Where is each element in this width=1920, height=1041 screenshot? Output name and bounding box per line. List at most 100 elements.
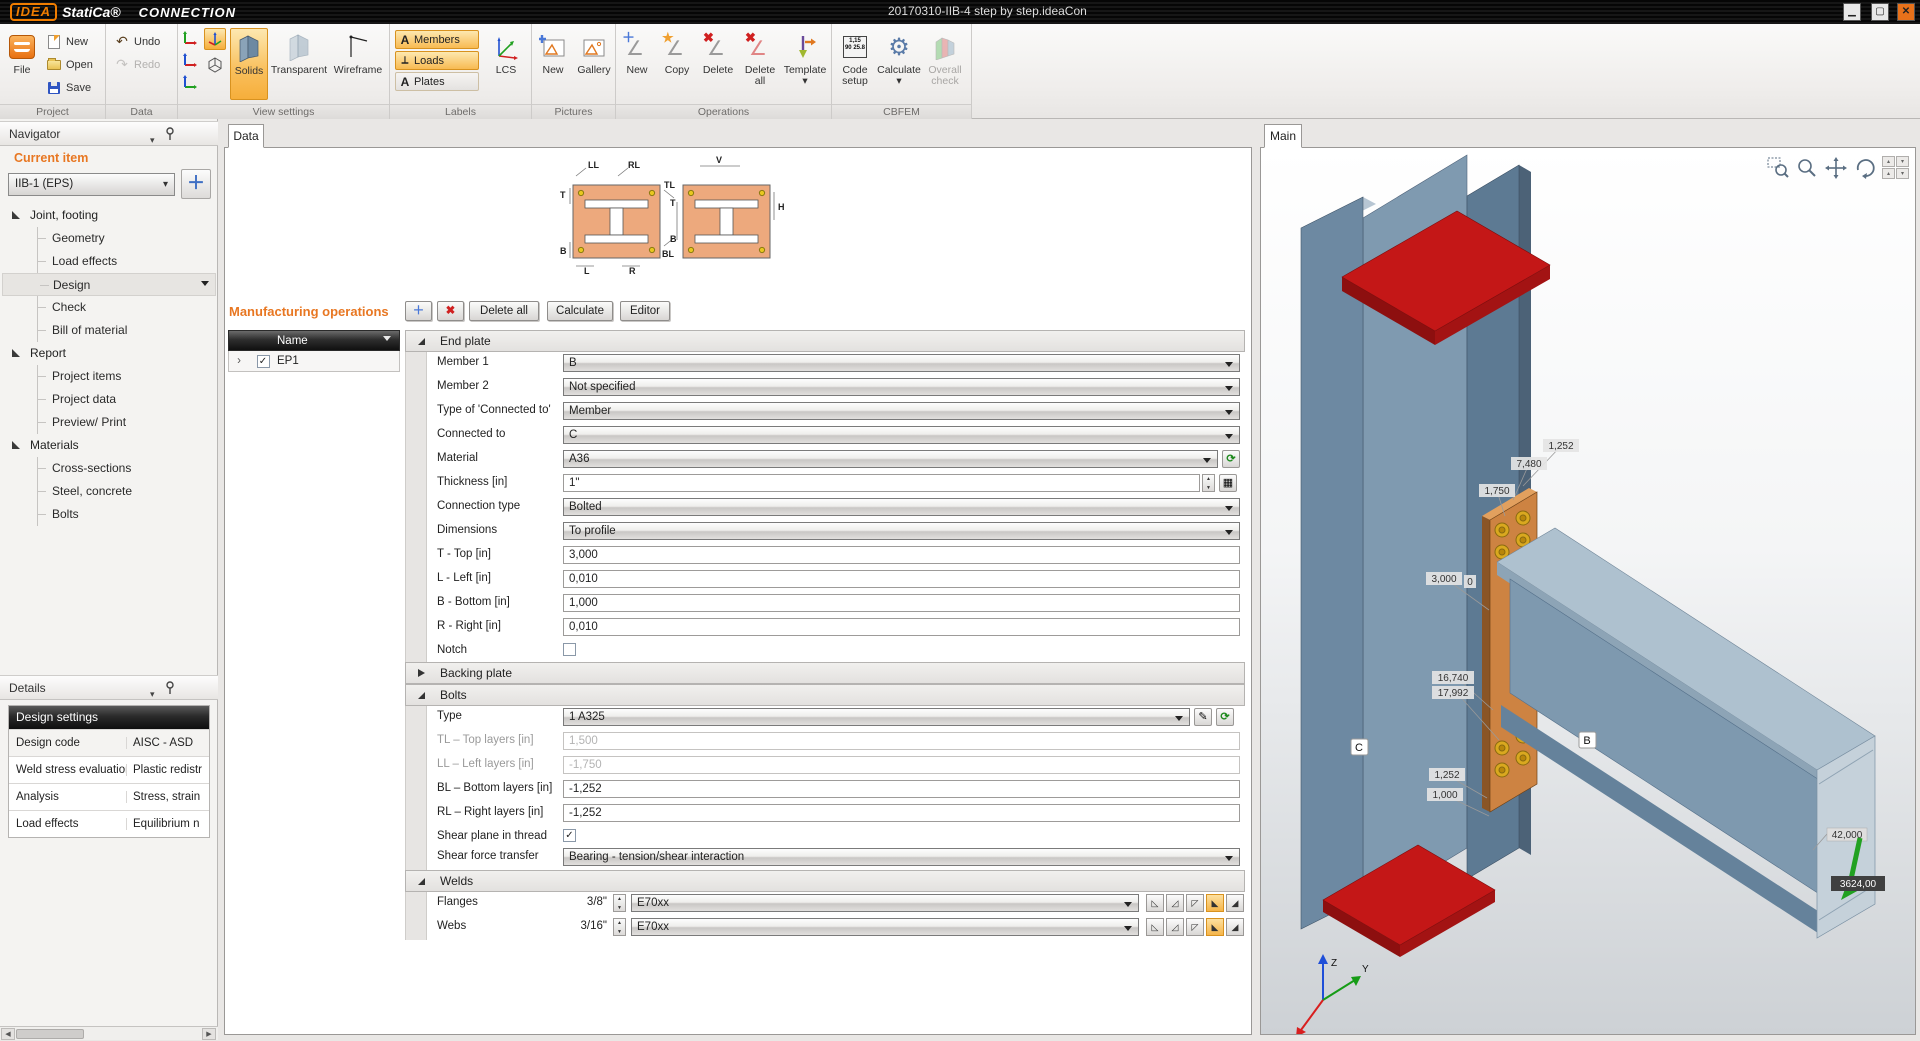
dimensions-select[interactable]: To profile — [563, 522, 1240, 540]
web-weld-type-button[interactable]: ◢ — [1226, 918, 1244, 936]
dock-horizontal-scrollbar[interactable]: ◀ ▶ — [0, 1026, 218, 1040]
grid-row-ep1[interactable]: › ✓ EP1 — [228, 351, 400, 372]
details-collapse-icon[interactable]: ▾ — [150, 682, 155, 706]
thickness-table-button[interactable]: ▦ — [1219, 474, 1237, 492]
close-button[interactable]: ✕ — [1897, 3, 1915, 21]
web-weld-type-button-active[interactable]: ◣ — [1206, 918, 1224, 936]
member1-select[interactable]: B — [563, 354, 1240, 372]
thickness-input[interactable]: 1" — [563, 474, 1200, 492]
bolt-refresh-button[interactable]: ⟳ — [1216, 708, 1234, 726]
material-select[interactable]: A36 — [563, 450, 1218, 468]
labels-members-toggle[interactable]: A Members — [395, 30, 479, 49]
flange-weld-type-button[interactable]: ◸ — [1186, 894, 1204, 912]
connected-type-select[interactable]: Member — [563, 402, 1240, 420]
filter-icon[interactable] — [383, 336, 391, 345]
new-project-button[interactable]: New — [46, 32, 88, 51]
flange-weld-type-button[interactable]: ◿ — [1166, 894, 1184, 912]
nav-item-design[interactable]: Design — [2, 273, 216, 296]
flange-weld-type-button[interactable]: ◢ — [1226, 894, 1244, 912]
rl-layers-input[interactable]: -1,252 — [563, 804, 1240, 822]
tab-main[interactable]: Main — [1264, 124, 1302, 148]
notch-checkbox[interactable] — [563, 643, 576, 656]
delete-operation-button[interactable]: ✖ — [437, 301, 464, 321]
l-left-input[interactable]: 0,010 — [563, 570, 1240, 588]
navigator-pin-icon[interactable] — [164, 127, 176, 141]
material-refresh-button[interactable]: ⟳ — [1222, 450, 1240, 468]
calculate-operations-button[interactable]: Calculate — [547, 301, 613, 321]
template-button[interactable]: Template ▾ — [782, 28, 828, 100]
operation-delete-all-button[interactable]: ∠✖ Delete all — [740, 28, 780, 100]
section-bolts[interactable]: Bolts — [405, 684, 1245, 706]
solids-button[interactable]: Solids — [230, 28, 268, 100]
shear-transfer-select[interactable]: Bearing - tension/shear interaction — [563, 848, 1240, 866]
nav-section-report[interactable]: Report — [0, 342, 218, 365]
operation-delete-button[interactable]: ∠✖ Delete — [698, 28, 738, 100]
b-bottom-input[interactable]: 1,000 — [563, 594, 1240, 612]
tab-data[interactable]: Data — [228, 124, 264, 148]
thickness-stepper[interactable]: ▲▼ — [1202, 474, 1215, 492]
wireframe-button[interactable]: Wireframe — [330, 28, 386, 100]
file-button[interactable]: File — [4, 28, 40, 100]
t-top-input[interactable]: 3,000 — [563, 546, 1240, 564]
view-axonometry-button[interactable] — [204, 28, 226, 50]
view-axis-xz-button[interactable] — [182, 52, 198, 73]
code-setup-button[interactable]: 1,1590 25.8 Code setup — [834, 28, 876, 100]
nav-item-bolts[interactable]: Bolts — [0, 503, 218, 526]
flange-weld-type-button[interactable]: ◺ — [1146, 894, 1164, 912]
nav-item-check[interactable]: Check — [0, 296, 218, 319]
shear-plane-checkbox[interactable]: ✓ — [563, 829, 576, 842]
scroll-left-icon[interactable]: ◀ — [1, 1028, 15, 1040]
nav-item-preview-print[interactable]: Preview/ Print — [0, 411, 218, 434]
flange-weld-material-select[interactable]: E70xx — [631, 894, 1139, 912]
nav-item-geometry[interactable]: Geometry — [0, 227, 218, 250]
operation-new-button[interactable]: ∠＋ New — [618, 28, 656, 100]
redo-button[interactable]: ↷ Redo — [114, 55, 160, 74]
scrollbar-thumb[interactable] — [16, 1029, 84, 1039]
bolt-type-select[interactable]: 1 A325 — [563, 708, 1190, 726]
overall-check-button[interactable]: Overall check — [922, 28, 968, 100]
picture-new-button[interactable]: New — [534, 28, 572, 100]
nav-section-joint-footing[interactable]: Joint, footing — [0, 204, 218, 227]
flange-weld-type-button-active[interactable]: ◣ — [1206, 894, 1224, 912]
connected-to-select[interactable]: C — [563, 426, 1240, 444]
save-button[interactable]: Save — [46, 78, 91, 97]
nav-item-steel-concrete[interactable]: Steel, concrete — [0, 480, 218, 503]
nav-item-project-items[interactable]: Project items — [0, 365, 218, 388]
gallery-button[interactable]: Gallery — [574, 28, 614, 100]
nav-item-cross-sections[interactable]: Cross-sections — [0, 457, 218, 480]
view-axis-yz-button[interactable] — [182, 74, 198, 95]
transparent-button[interactable]: Transparent — [270, 28, 328, 100]
labels-plates-toggle[interactable]: A Plates — [395, 72, 479, 91]
flange-weld-stepper[interactable]: ▲▼ — [613, 894, 626, 912]
labels-loads-toggle[interactable]: ⟂ Loads — [395, 51, 479, 70]
scroll-right-icon[interactable]: ▶ — [202, 1028, 216, 1040]
section-backing-plate[interactable]: Backing plate — [405, 662, 1245, 684]
current-item-select[interactable]: IIB-1 (EPS) — [8, 173, 175, 196]
nav-item-load-effects[interactable]: Load effects — [0, 250, 218, 273]
nav-item-project-data[interactable]: Project data — [0, 388, 218, 411]
navigator-collapse-icon[interactable]: ▾ — [150, 128, 155, 152]
web-weld-type-button[interactable]: ◿ — [1166, 918, 1184, 936]
minimize-button[interactable]: ▁ — [1843, 3, 1861, 21]
section-end-plate[interactable]: End plate — [405, 330, 1245, 352]
add-operation-button[interactable]: ＋ — [405, 301, 432, 321]
details-pin-icon[interactable] — [164, 681, 176, 695]
viewport-3d[interactable]: ▴ ▾ ▴ ▾ — [1260, 147, 1916, 1035]
nav-section-materials[interactable]: Materials — [0, 434, 218, 457]
web-weld-type-button[interactable]: ◸ — [1186, 918, 1204, 936]
editor-button[interactable]: Editor — [620, 301, 670, 321]
maximize-button[interactable]: ▢ — [1871, 3, 1889, 21]
add-item-button[interactable]: ＋ — [181, 169, 211, 199]
web-weld-stepper[interactable]: ▲▼ — [613, 918, 626, 936]
open-button[interactable]: Open — [46, 55, 93, 74]
calculate-button[interactable]: ⚙ Calculate ▾ — [878, 28, 920, 100]
web-weld-type-button[interactable]: ◺ — [1146, 918, 1164, 936]
operation-copy-button[interactable]: ∠★ Copy — [658, 28, 696, 100]
view-axis-xy-button[interactable] — [182, 30, 198, 51]
nav-item-bill-of-material[interactable]: Bill of material — [0, 319, 218, 342]
delete-all-button[interactable]: Delete all — [469, 301, 539, 321]
web-weld-material-select[interactable]: E70xx — [631, 918, 1139, 936]
section-welds[interactable]: Welds — [405, 870, 1245, 892]
r-right-input[interactable]: 0,010 — [563, 618, 1240, 636]
undo-button[interactable]: ↶ Undo — [114, 32, 160, 51]
